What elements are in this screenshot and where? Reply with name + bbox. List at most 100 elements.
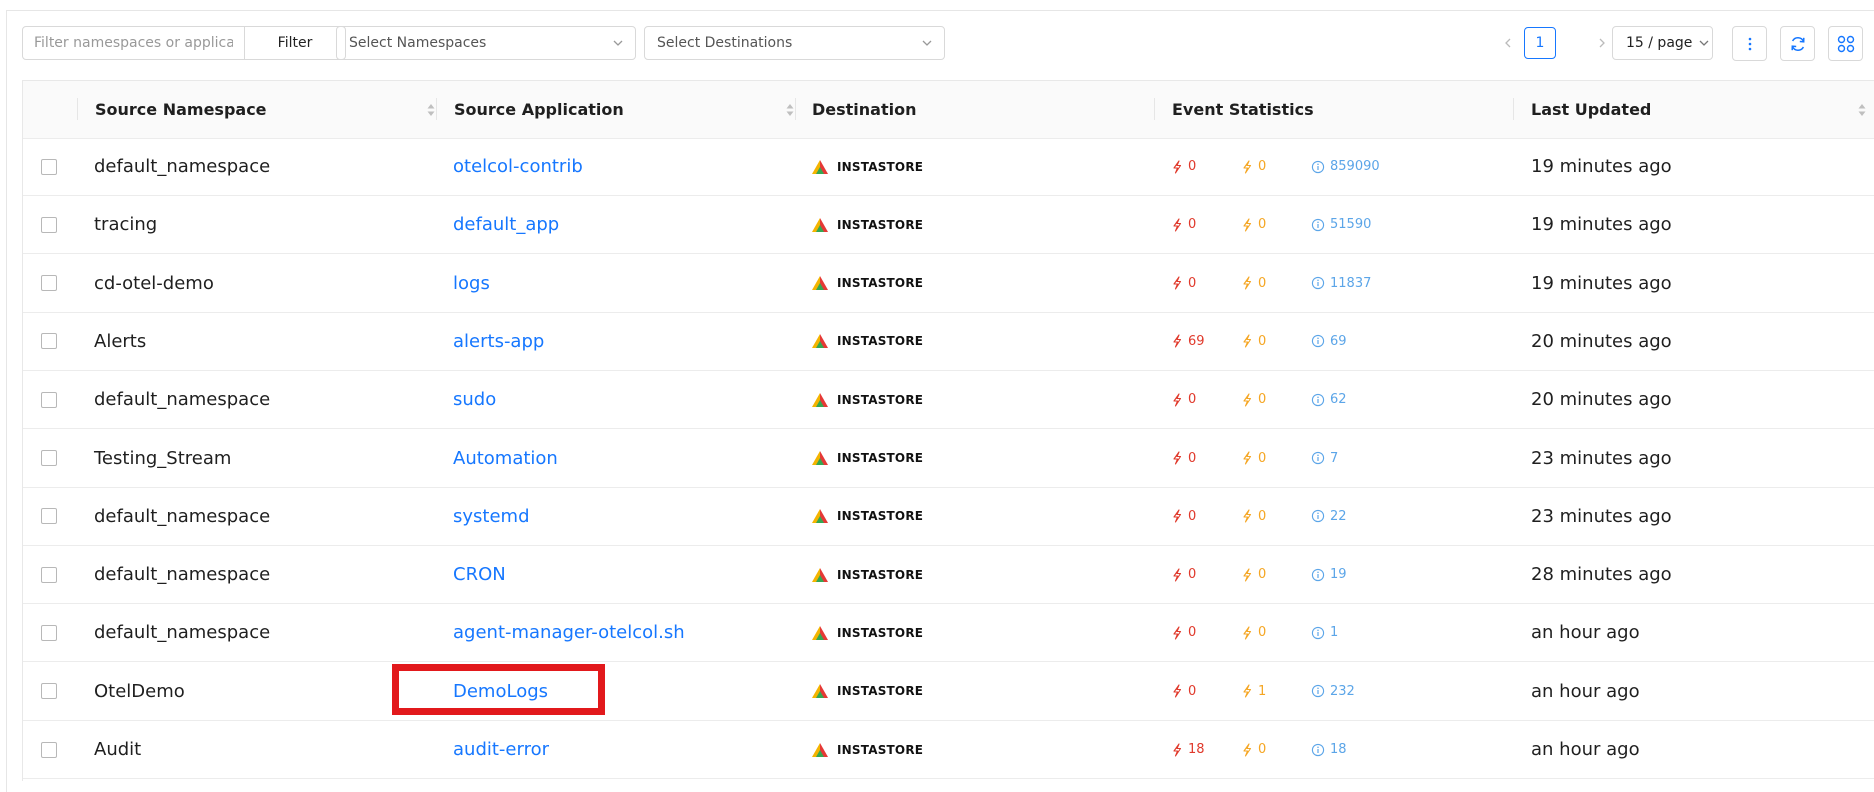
warning-bolt-icon — [1243, 218, 1252, 232]
row-checkbox[interactable] — [41, 275, 57, 292]
destinations-select-placeholder: Select Destinations — [657, 35, 793, 51]
warning-count: 0 — [1241, 546, 1266, 603]
info-circle-icon — [1311, 685, 1325, 698]
info-circle-icon — [1311, 510, 1325, 523]
source-application-link[interactable]: Automation — [453, 430, 558, 487]
source-application-link[interactable]: CRON — [453, 546, 506, 603]
destination-name: INSTASTORE — [837, 217, 924, 232]
source-application-link[interactable]: audit-error — [453, 721, 549, 778]
table-row: tracing default_app INSTASTORE 0 0 51590 19 mi… — [23, 196, 1874, 255]
source-namespace: tracing — [94, 214, 158, 236]
instastore-logo-icon — [812, 159, 828, 174]
warning-count: 0 — [1241, 488, 1266, 545]
source-application-link[interactable]: logs — [453, 255, 490, 312]
pagination-next-button[interactable] — [1590, 26, 1614, 60]
source-namespace: default_namespace — [94, 156, 271, 177]
row-checkbox[interactable] — [41, 508, 57, 525]
table-row: OtelDemo DemoLogs INSTASTORE 0 1 232 an hour a… — [23, 663, 1874, 721]
source-application-link[interactable]: otelcol-contrib — [453, 138, 583, 195]
source-application-link[interactable]: systemd — [453, 488, 530, 545]
page-size-select[interactable]: 15 / page — [1612, 26, 1713, 60]
column-title: Destination — [812, 100, 917, 119]
info-circle-icon — [1311, 451, 1325, 465]
refresh-button[interactable] — [1780, 26, 1815, 61]
warning-count: 0 — [1241, 313, 1266, 370]
row-checkbox[interactable] — [41, 624, 57, 641]
destination: INSTASTORE — [811, 546, 923, 603]
warning-count: 0 — [1241, 255, 1266, 312]
more-options-button[interactable] — [1732, 26, 1767, 61]
row-checkbox[interactable] — [41, 450, 57, 466]
warning-bolt-icon — [1243, 276, 1252, 290]
source-application-link[interactable]: agent-manager-otelcol.sh — [453, 604, 685, 661]
filter-button[interactable]: Filter — [244, 26, 346, 60]
row-checkbox[interactable] — [41, 333, 57, 350]
pagination-prev-button[interactable] — [1496, 26, 1520, 60]
chevron-right-icon — [1599, 38, 1605, 48]
source-application-link[interactable]: alerts-app — [453, 313, 544, 370]
warning-bolt-icon — [1243, 159, 1252, 174]
sort-icon[interactable] — [785, 102, 795, 118]
info-count: 51590 — [1311, 196, 1371, 253]
source-namespace: OtelDemo — [94, 680, 185, 702]
destination-name: INSTASTORE — [837, 625, 924, 640]
source-application-link[interactable]: sudo — [453, 371, 496, 428]
error-bolt-icon — [1173, 334, 1182, 348]
instastore-logo-icon — [812, 334, 828, 349]
filter-input-wrapper — [22, 26, 245, 60]
error-count: 69 — [1171, 313, 1205, 370]
last-updated: 20 minutes ago — [1531, 330, 1672, 352]
warning-count: 0 — [1241, 604, 1266, 661]
table-header: Source Namespace Source Application Dest… — [23, 81, 1874, 139]
error-count: 0 — [1171, 371, 1196, 428]
error-bolt-icon — [1173, 568, 1182, 582]
source-application-link[interactable]: default_app — [453, 196, 559, 253]
destination: INSTASTORE — [811, 313, 923, 370]
instastore-logo-icon — [812, 276, 828, 291]
destination: INSTASTORE — [811, 604, 923, 661]
destinations-select[interactable]: Select Destinations — [644, 26, 945, 60]
row-checkbox-cell — [39, 371, 59, 428]
destination-name: INSTASTORE — [837, 567, 924, 582]
source-namespace: default_namespace — [94, 389, 271, 411]
row-checkbox-cell — [39, 196, 59, 253]
namespaces-select[interactable]: Select Namespaces — [336, 26, 636, 60]
filter-input[interactable] — [23, 27, 244, 59]
namespaces-select-placeholder: Select Namespaces — [349, 35, 487, 51]
column-title: Source Namespace — [95, 100, 267, 119]
source-namespace: default_namespace — [94, 505, 271, 527]
row-checkbox[interactable] — [41, 391, 57, 408]
apps-grid-icon — [1837, 35, 1854, 52]
apps-grid-button[interactable] — [1828, 26, 1863, 61]
destination: INSTASTORE — [811, 721, 923, 778]
pagination-page-1[interactable]: 1 — [1524, 27, 1556, 59]
sort-icon[interactable] — [426, 102, 436, 118]
sort-icon[interactable] — [1857, 102, 1867, 118]
column-header-source-namespace[interactable]: Source Namespace — [95, 81, 452, 138]
source-namespace: Alerts — [94, 330, 147, 352]
error-bolt-icon — [1173, 742, 1182, 757]
column-header-last-updated[interactable]: Last Updated — [1531, 81, 1874, 138]
source-namespace: default_namespace — [94, 564, 271, 586]
warning-bolt-icon — [1243, 684, 1252, 698]
source-application-link[interactable]: DemoLogs — [453, 663, 548, 720]
error-count: 0 — [1171, 196, 1196, 253]
row-checkbox[interactable] — [41, 158, 57, 175]
error-count-value: 18 — [1188, 742, 1205, 757]
row-checkbox[interactable] — [41, 741, 57, 758]
last-updated: an hour ago — [1531, 739, 1640, 760]
row-checkbox[interactable] — [41, 566, 57, 583]
error-count: 0 — [1171, 604, 1196, 661]
info-circle-icon — [1311, 743, 1325, 756]
column-header-source-application[interactable]: Source Application — [454, 81, 811, 138]
row-checkbox[interactable] — [41, 216, 57, 233]
instastore-logo-icon — [812, 742, 828, 757]
destination: INSTASTORE — [811, 196, 923, 253]
more-vertical-icon — [1748, 37, 1751, 50]
row-checkbox[interactable] — [41, 683, 57, 700]
error-count-value: 0 — [1188, 450, 1197, 466]
last-updated: 23 minutes ago — [1531, 447, 1672, 469]
table-row: Alerts alerts-app INSTASTORE 69 0 69 20 minute… — [23, 313, 1874, 371]
toolbar: Filter Select Namespaces Select Destinat… — [22, 26, 1874, 61]
error-count: 0 — [1171, 663, 1196, 720]
